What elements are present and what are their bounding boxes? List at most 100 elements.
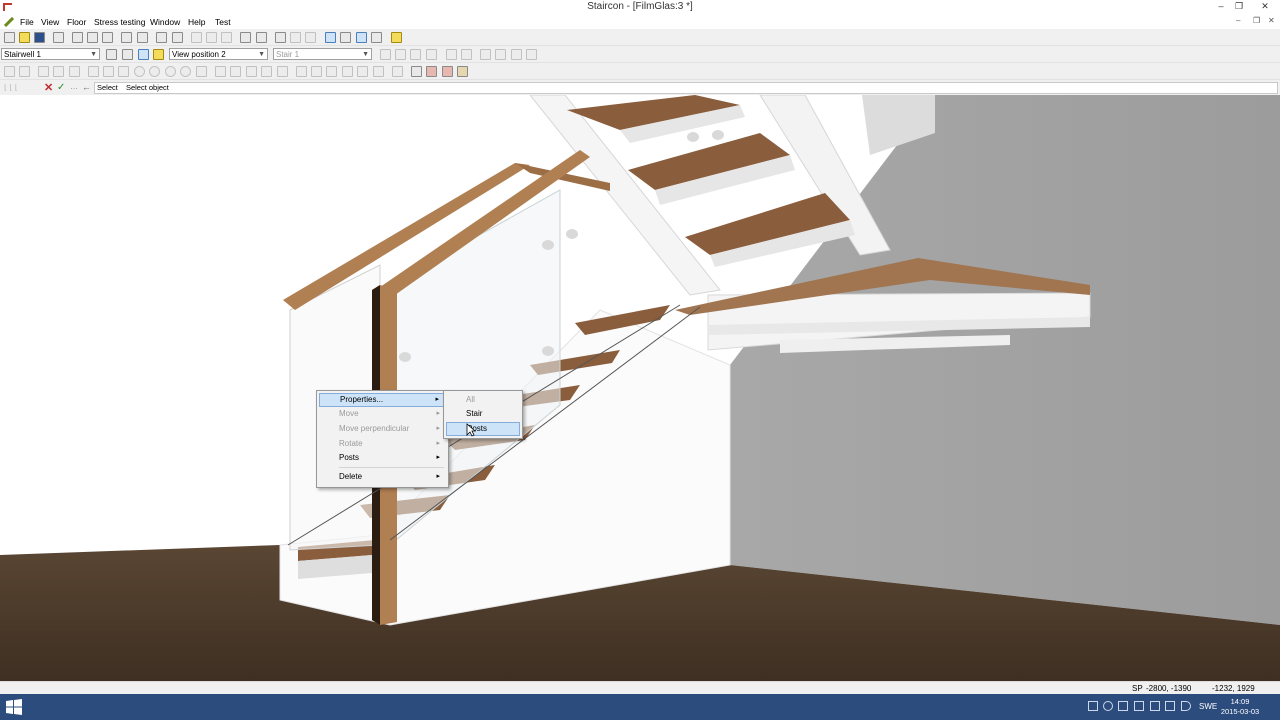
circle-tool-icon[interactable] — [134, 66, 145, 77]
tool-13-icon[interactable] — [215, 66, 226, 77]
table-icon[interactable] — [72, 32, 83, 43]
filter-icon[interactable] — [121, 32, 132, 43]
network-share-icon[interactable] — [1134, 701, 1144, 711]
menu-window[interactable]: Window — [150, 17, 180, 27]
render-icon[interactable] — [153, 49, 164, 60]
menu-floor[interactable]: Floor — [67, 17, 86, 27]
new-icon[interactable] — [4, 32, 15, 43]
submenu-item-stair[interactable]: Stair — [446, 407, 520, 421]
tool-21-icon[interactable] — [342, 66, 353, 77]
move-up-icon[interactable] — [446, 49, 457, 60]
menu-item-delete[interactable]: Delete ▸ — [319, 470, 446, 484]
menu-test[interactable]: Test — [215, 17, 231, 27]
security-icon[interactable] — [1118, 701, 1128, 711]
tool-1-icon[interactable] — [4, 66, 15, 77]
menu-stress-testing[interactable]: Stress testing — [94, 17, 146, 27]
menu-file[interactable]: File — [20, 17, 34, 27]
tool-15-icon[interactable] — [246, 66, 257, 77]
align-left-icon[interactable] — [380, 49, 391, 60]
tool-5-icon[interactable] — [69, 66, 80, 77]
undo-icon[interactable] — [240, 32, 251, 43]
align-center-icon[interactable] — [395, 49, 406, 60]
view-position-select[interactable]: View position 2 ▼ — [169, 48, 268, 60]
more-icon[interactable]: … — [70, 82, 78, 91]
tool-4-icon[interactable] — [53, 66, 64, 77]
tool-17-icon[interactable] — [277, 66, 288, 77]
tool-25-icon[interactable] — [411, 66, 422, 77]
tool-16-icon[interactable] — [261, 66, 272, 77]
minimize-button[interactable]: – — [1212, 1, 1230, 13]
stair-select[interactable]: Stair 1 ▼ — [273, 48, 372, 60]
menu-view[interactable]: View — [41, 17, 59, 27]
menu-item-properties[interactable]: Properties... ▸ — [319, 393, 446, 407]
tool-24-icon[interactable] — [392, 66, 403, 77]
confirm-icon[interactable]: ✓ — [57, 82, 65, 93]
open-icon[interactable] — [19, 32, 30, 43]
back-arrow-icon[interactable]: ← — [82, 82, 91, 92]
close-button[interactable]: ✕ — [1256, 1, 1274, 13]
submenu-item-all[interactable]: All — [446, 393, 520, 407]
tool-19-icon[interactable] — [311, 66, 322, 77]
tool-14-icon[interactable] — [230, 66, 241, 77]
list-icon[interactable] — [53, 32, 64, 43]
menu-help[interactable]: Help — [188, 17, 205, 27]
tool-2-icon[interactable] — [19, 66, 30, 77]
save-icon[interactable] — [34, 32, 45, 43]
rotate-view-icon[interactable] — [275, 32, 286, 43]
tool-27-icon[interactable] — [442, 66, 453, 77]
display-icon[interactable] — [1150, 701, 1160, 711]
arc-tool-icon[interactable] — [165, 66, 176, 77]
distribute-icon[interactable] — [426, 49, 437, 60]
mirror-icon[interactable] — [480, 49, 491, 60]
cut-icon[interactable] — [191, 32, 202, 43]
tool-26-icon[interactable] — [426, 66, 437, 77]
move-down-icon[interactable] — [461, 49, 472, 60]
menu-item-posts[interactable]: Posts ▸ — [319, 451, 446, 465]
volume-icon[interactable] — [1181, 701, 1191, 711]
menu-item-rotate[interactable]: Rotate ▸ — [319, 437, 446, 451]
ellipse-tool-icon[interactable] — [149, 66, 160, 77]
print-icon[interactable] — [156, 32, 167, 43]
tool-18-icon[interactable] — [296, 66, 307, 77]
3d-view-icon[interactable] — [138, 49, 149, 60]
measure-icon[interactable] — [340, 32, 351, 43]
angle-icon[interactable] — [371, 32, 382, 43]
sync-icon[interactable] — [1103, 701, 1113, 711]
command-line[interactable]: Select Select object — [94, 82, 1278, 94]
copy-icon[interactable] — [206, 32, 217, 43]
3d-viewport[interactable]: Properties... ▸ Move ▸ Move perpendicula… — [0, 95, 1280, 681]
point-tool-icon[interactable] — [180, 66, 191, 77]
redo-icon[interactable] — [256, 32, 267, 43]
line-tool-icon[interactable] — [88, 66, 99, 77]
network-icon[interactable] — [1165, 701, 1175, 711]
action-center-icon[interactable] — [1088, 701, 1098, 711]
dimension-icon[interactable] — [325, 32, 336, 43]
delete-layer-icon[interactable] — [526, 49, 537, 60]
windows-start-icon[interactable] — [6, 699, 22, 715]
submenu-item-posts[interactable]: Posts — [446, 422, 520, 436]
language-indicator[interactable]: SWE — [1199, 702, 1217, 711]
help-icon[interactable] — [391, 32, 402, 43]
tool-22-icon[interactable] — [357, 66, 368, 77]
tool-23-icon[interactable] — [373, 66, 384, 77]
move-tool-icon[interactable] — [196, 66, 207, 77]
cancel-icon[interactable]: ✕ — [44, 81, 53, 94]
print-preview-icon[interactable] — [172, 32, 183, 43]
system-clock[interactable]: 14:09 2015-03-03 — [1220, 697, 1260, 717]
grid-icon[interactable] — [87, 32, 98, 43]
stair-view-icon[interactable] — [122, 49, 133, 60]
zoom-icon[interactable] — [305, 32, 316, 43]
menu-item-move[interactable]: Move ▸ — [319, 407, 446, 421]
export-icon[interactable] — [137, 32, 148, 43]
restore-button[interactable]: ❐ — [1230, 1, 1248, 13]
cross-tool-icon[interactable] — [118, 66, 129, 77]
pan-icon[interactable] — [290, 32, 301, 43]
tool-20-icon[interactable] — [326, 66, 337, 77]
mdi-close-button[interactable]: ✕ — [1268, 16, 1275, 25]
mdi-minimize-button[interactable]: – — [1236, 16, 1240, 25]
layout-icon[interactable] — [102, 32, 113, 43]
floor-plan-icon[interactable] — [106, 49, 117, 60]
tool-28-icon[interactable] — [457, 66, 468, 77]
polyline-tool-icon[interactable] — [103, 66, 114, 77]
snap-icon[interactable] — [356, 32, 367, 43]
